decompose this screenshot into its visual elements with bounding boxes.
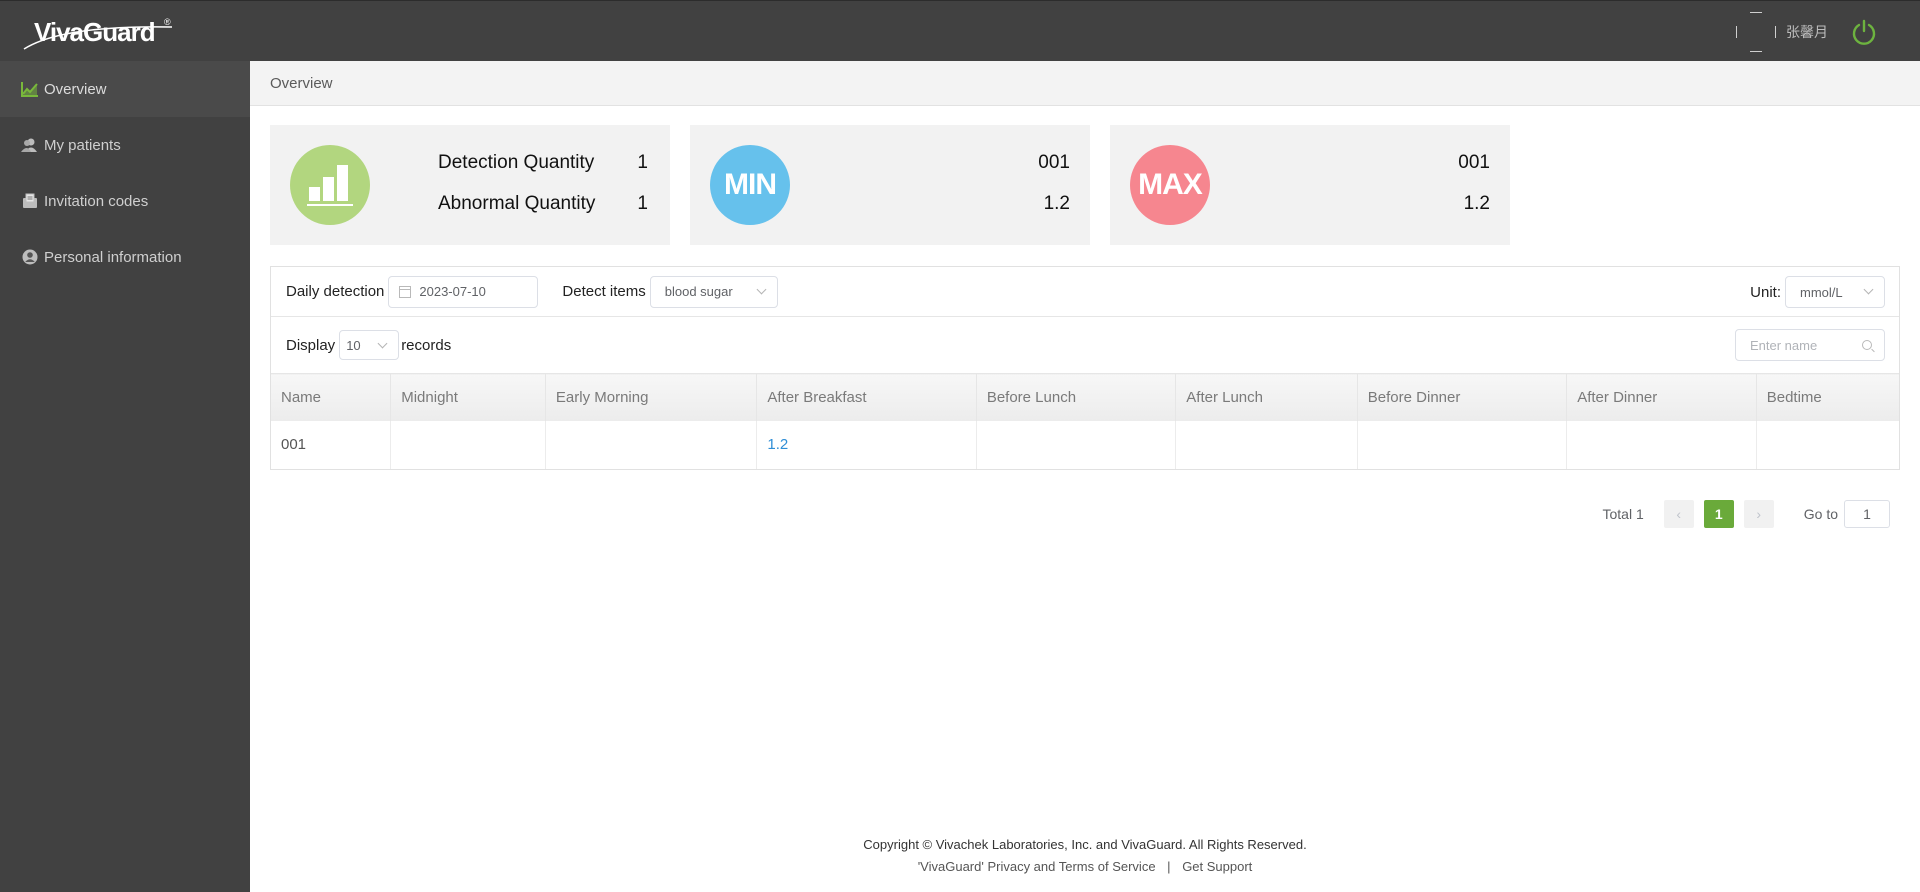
min-badge: MIN bbox=[710, 145, 790, 225]
column-header: After Lunch bbox=[1175, 373, 1358, 421]
prev-page-button[interactable]: ‹ bbox=[1663, 500, 1694, 528]
max-patient-name: 001 bbox=[1458, 152, 1490, 173]
detection-panel: Daily detection 2023-07-10 Detect items … bbox=[270, 266, 1900, 470]
user-circle-icon bbox=[21, 248, 39, 266]
reading-cell bbox=[390, 420, 546, 469]
sidebar: Overview My patients Invitation codes Pe… bbox=[0, 61, 250, 892]
page-size-select[interactable]: 10 bbox=[339, 330, 400, 360]
detection-table: Name Midnight Early Morning After Breakfast… bbox=[271, 373, 1899, 469]
max-badge: MAX bbox=[1130, 145, 1210, 225]
avatar[interactable] bbox=[1736, 11, 1776, 52]
sidebar-item-invitation-codes[interactable]: Invitation codes bbox=[0, 173, 250, 229]
breadcrumb: Overview bbox=[250, 61, 1920, 106]
page-size-value: 10 bbox=[346, 337, 361, 353]
page-button-current[interactable]: 1 bbox=[1703, 500, 1734, 528]
sidebar-item-label: Overview bbox=[44, 80, 107, 98]
sidebar-item-label: My patients bbox=[44, 136, 121, 154]
sidebar-item-personal-information[interactable]: Personal information bbox=[0, 229, 250, 285]
chevron-down-icon bbox=[756, 284, 767, 294]
table-header-row: Name Midnight Early Morning After Breakfast… bbox=[271, 373, 1899, 421]
footer-separator: | bbox=[1167, 859, 1171, 874]
column-header: Bedtime bbox=[1755, 373, 1899, 421]
column-header: Before Lunch bbox=[975, 373, 1176, 421]
table-row[interactable]: 001 1.2 bbox=[271, 420, 1899, 469]
reading-cell bbox=[1755, 420, 1899, 469]
brand-name: VivaGuard bbox=[34, 17, 156, 47]
min-value: 1.2 bbox=[1043, 193, 1070, 214]
records-label: records bbox=[401, 336, 452, 354]
column-header: Name bbox=[271, 373, 391, 421]
chevron-down-icon bbox=[377, 338, 388, 349]
summary-card: Detection Quantity 1 Abnormal Quantity 1 bbox=[270, 125, 670, 245]
bar-chart-icon bbox=[290, 145, 370, 225]
date-picker[interactable]: 2023-07-10 bbox=[388, 275, 539, 308]
pagination: Total 1 ‹ 1 › Go to bbox=[1602, 500, 1890, 528]
patient-name-cell: 001 bbox=[281, 436, 307, 453]
reading-cell[interactable]: 1.2 bbox=[756, 420, 977, 469]
copyright-text: Copyright © Vivachek Laboratories, Inc. … bbox=[863, 837, 1307, 852]
abnormal-quantity-value: 1 bbox=[637, 193, 648, 214]
detection-quantity-value: 1 bbox=[637, 152, 648, 173]
detect-items-label: Detect items bbox=[562, 283, 646, 300]
search-icon[interactable] bbox=[1862, 340, 1872, 350]
date-value: 2023-07-10 bbox=[419, 284, 486, 299]
max-card: MAX 001 1.2 bbox=[1110, 125, 1510, 245]
max-value: 1.2 bbox=[1463, 193, 1490, 214]
min-patient-name: 001 bbox=[1038, 152, 1070, 173]
unit-filter: Unit: mmol/L bbox=[1750, 276, 1885, 308]
sidebar-item-my-patients[interactable]: My patients bbox=[0, 117, 250, 173]
display-row: Display 10 records bbox=[271, 317, 1899, 373]
envelope-icon bbox=[21, 192, 39, 210]
user-area: 张馨月 bbox=[1736, 1, 1920, 62]
registered-mark: ® bbox=[164, 17, 171, 27]
stat-cards: Detection Quantity 1 Abnormal Quantity 1… bbox=[270, 125, 1510, 245]
users-icon bbox=[21, 136, 39, 154]
table-body: 001 1.2 bbox=[271, 420, 1899, 469]
top-bar: VivaGuard ® 张馨月 bbox=[0, 0, 1920, 61]
search-box bbox=[1735, 329, 1885, 361]
reading-cell bbox=[544, 420, 757, 469]
unit-label: Unit: bbox=[1750, 283, 1781, 301]
privacy-terms-link[interactable]: 'VivaGuard' Privacy and Terms of Service bbox=[918, 859, 1156, 874]
sidebar-item-overview[interactable]: Overview bbox=[0, 61, 250, 117]
detect-items-value: blood sugar bbox=[664, 284, 733, 299]
reading-cell bbox=[975, 420, 1176, 469]
goto-page: Go to bbox=[1804, 500, 1890, 528]
goto-page-input[interactable] bbox=[1844, 500, 1890, 528]
chevron-down-icon bbox=[1863, 284, 1874, 295]
unit-select[interactable]: mmol/L bbox=[1785, 276, 1885, 308]
reading-cell bbox=[1566, 420, 1757, 469]
total-count: Total 1 bbox=[1602, 506, 1644, 522]
breadcrumb-current: Overview bbox=[270, 75, 333, 92]
filter-row: Daily detection 2023-07-10 Detect items … bbox=[271, 267, 1899, 317]
sidebar-item-label: Personal information bbox=[44, 248, 182, 266]
min-card: MIN 001 1.2 bbox=[690, 125, 1090, 245]
daily-detection-label: Daily detection bbox=[286, 283, 385, 300]
next-page-button[interactable]: › bbox=[1743, 500, 1774, 528]
column-header: After Breakfast bbox=[756, 373, 977, 421]
column-header: Before Dinner bbox=[1356, 373, 1567, 421]
logo[interactable]: VivaGuard ® bbox=[22, 13, 182, 50]
chart-line-icon bbox=[21, 80, 39, 98]
unit-value: mmol/L bbox=[1800, 284, 1843, 300]
reading-cell bbox=[1356, 420, 1567, 469]
power-icon[interactable] bbox=[1850, 18, 1878, 46]
main-content: Overview Detection Quantity 1 Abnormal Q… bbox=[250, 61, 1920, 892]
detection-quantity-label: Detection Quantity bbox=[438, 152, 595, 173]
username[interactable]: 张馨月 bbox=[1786, 22, 1828, 42]
get-support-link[interactable]: Get Support bbox=[1182, 859, 1252, 874]
calendar-icon bbox=[399, 285, 412, 298]
search-input[interactable] bbox=[1750, 337, 1860, 353]
reading-cell bbox=[1175, 420, 1358, 469]
footer: Copyright © Vivachek Laboratories, Inc. … bbox=[250, 837, 1920, 874]
column-header: After Dinner bbox=[1566, 373, 1757, 421]
display-label: Display bbox=[286, 336, 336, 354]
abnormal-quantity-label: Abnormal Quantity bbox=[438, 193, 596, 214]
column-header: Early Morning bbox=[544, 373, 757, 421]
goto-label: Go to bbox=[1803, 506, 1838, 522]
column-header: Midnight bbox=[390, 373, 546, 421]
detect-items-select[interactable]: blood sugar bbox=[649, 275, 778, 308]
sidebar-item-label: Invitation codes bbox=[44, 192, 149, 210]
